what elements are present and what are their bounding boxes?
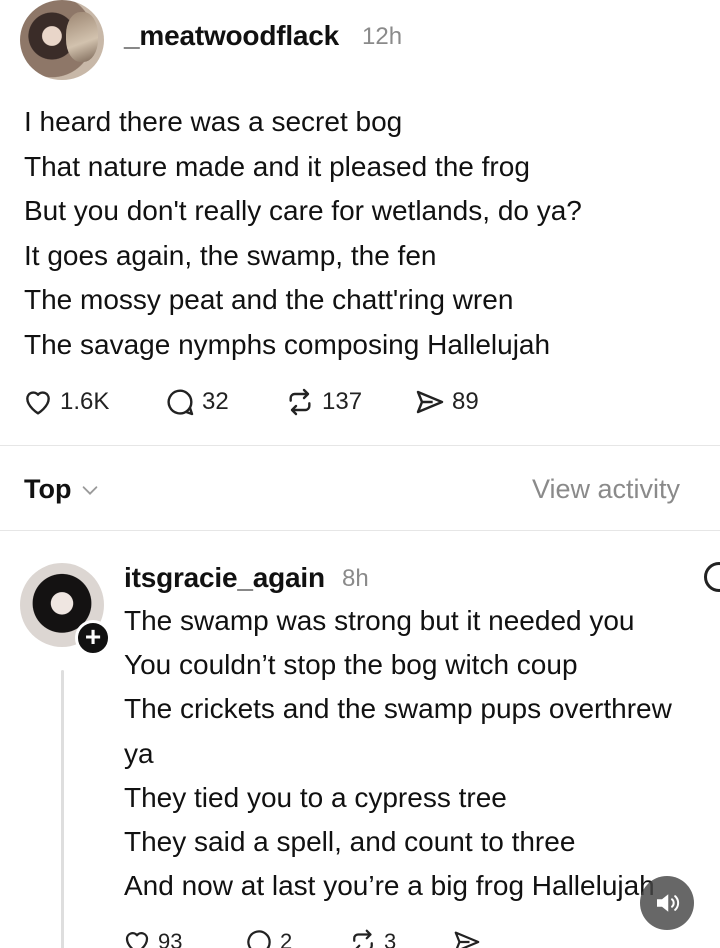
avatar[interactable] bbox=[20, 0, 104, 80]
repost-button[interactable]: 137 bbox=[284, 384, 362, 420]
reply-line: They said a spell, and count to three bbox=[124, 826, 576, 858]
post-line: I heard there was a secret bog bbox=[24, 106, 403, 137]
post-timestamp: 12h bbox=[362, 23, 403, 50]
sort-dropdown[interactable]: Top bbox=[24, 474, 101, 505]
speaker-icon bbox=[657, 894, 680, 912]
chevron-down-icon bbox=[83, 485, 98, 495]
more-options-icon[interactable] bbox=[704, 562, 720, 592]
reply-share-button[interactable] bbox=[452, 924, 482, 948]
sort-label: Top bbox=[24, 474, 72, 504]
repost-icon bbox=[353, 929, 373, 948]
reply-line: They tied you to a cypress tree bbox=[124, 781, 507, 813]
speech-bubble-icon bbox=[247, 930, 271, 948]
thread-line bbox=[61, 670, 64, 948]
post-actions: 1.6K 32 137 89 bbox=[22, 384, 542, 420]
reply-line: ya bbox=[124, 737, 154, 769]
post-line: It goes again, the swamp, the fen bbox=[24, 239, 437, 271]
divider bbox=[0, 445, 720, 446]
reply-count: 32 bbox=[202, 388, 229, 415]
like-button[interactable]: 1.6K bbox=[22, 384, 109, 420]
post-line: But you don't really care for wetlands, … bbox=[24, 195, 582, 227]
post-line: That nature made and it pleased the frog bbox=[24, 150, 530, 182]
repost-count: 137 bbox=[322, 388, 363, 415]
reply-like-count: 93 bbox=[158, 929, 183, 948]
reply-reply-button[interactable]: 2 bbox=[244, 924, 292, 948]
reply-repost-button[interactable]: 3 bbox=[348, 924, 396, 948]
reply-timestamp: 8h bbox=[342, 565, 369, 592]
reply-line: You couldn’t stop the bog witch coup bbox=[124, 649, 578, 681]
follow-button[interactable]: + bbox=[75, 620, 111, 656]
reply-like-button[interactable]: 93 bbox=[122, 924, 182, 948]
sound-button[interactable] bbox=[640, 876, 694, 930]
share-button[interactable]: 89 bbox=[414, 384, 479, 420]
post-line: The savage nymphs composing Hallelujah bbox=[24, 328, 551, 360]
reply-text: The swamp was strong but it needed you Y… bbox=[124, 599, 672, 908]
reply-line: And now at last you’re a big frog Hallel… bbox=[124, 870, 655, 902]
reply-repost-count: 3 bbox=[384, 929, 397, 948]
post-line: The mossy peat and the chatt'ring wren bbox=[24, 284, 514, 316]
heart-icon bbox=[125, 932, 149, 948]
avatar-cat-image bbox=[66, 12, 98, 62]
reply-actions: 93 2 3 bbox=[122, 924, 542, 948]
reply-reply-count: 2 bbox=[280, 929, 293, 948]
post-text: I heard there was a secret bog That natu… bbox=[24, 100, 582, 368]
reply-line: The crickets and the swamp pups overthre… bbox=[124, 693, 672, 725]
post-username[interactable]: _meatwoodflack bbox=[124, 20, 339, 52]
reply-button[interactable]: 32 bbox=[164, 384, 229, 420]
divider bbox=[0, 530, 720, 531]
reply-username[interactable]: itsgracie_again bbox=[124, 562, 325, 594]
repost-icon bbox=[289, 388, 311, 416]
like-count: 1.6K bbox=[60, 388, 110, 415]
sort-bar: Top View activity bbox=[0, 466, 720, 512]
view-activity-link[interactable]: View activity bbox=[532, 474, 680, 505]
send-icon bbox=[416, 390, 444, 414]
send-icon bbox=[454, 931, 480, 948]
heart-icon bbox=[26, 391, 50, 415]
speech-bubble-icon bbox=[167, 389, 194, 416]
reply-line: The swamp was strong but it needed you bbox=[124, 605, 635, 636]
share-count: 89 bbox=[452, 388, 479, 415]
